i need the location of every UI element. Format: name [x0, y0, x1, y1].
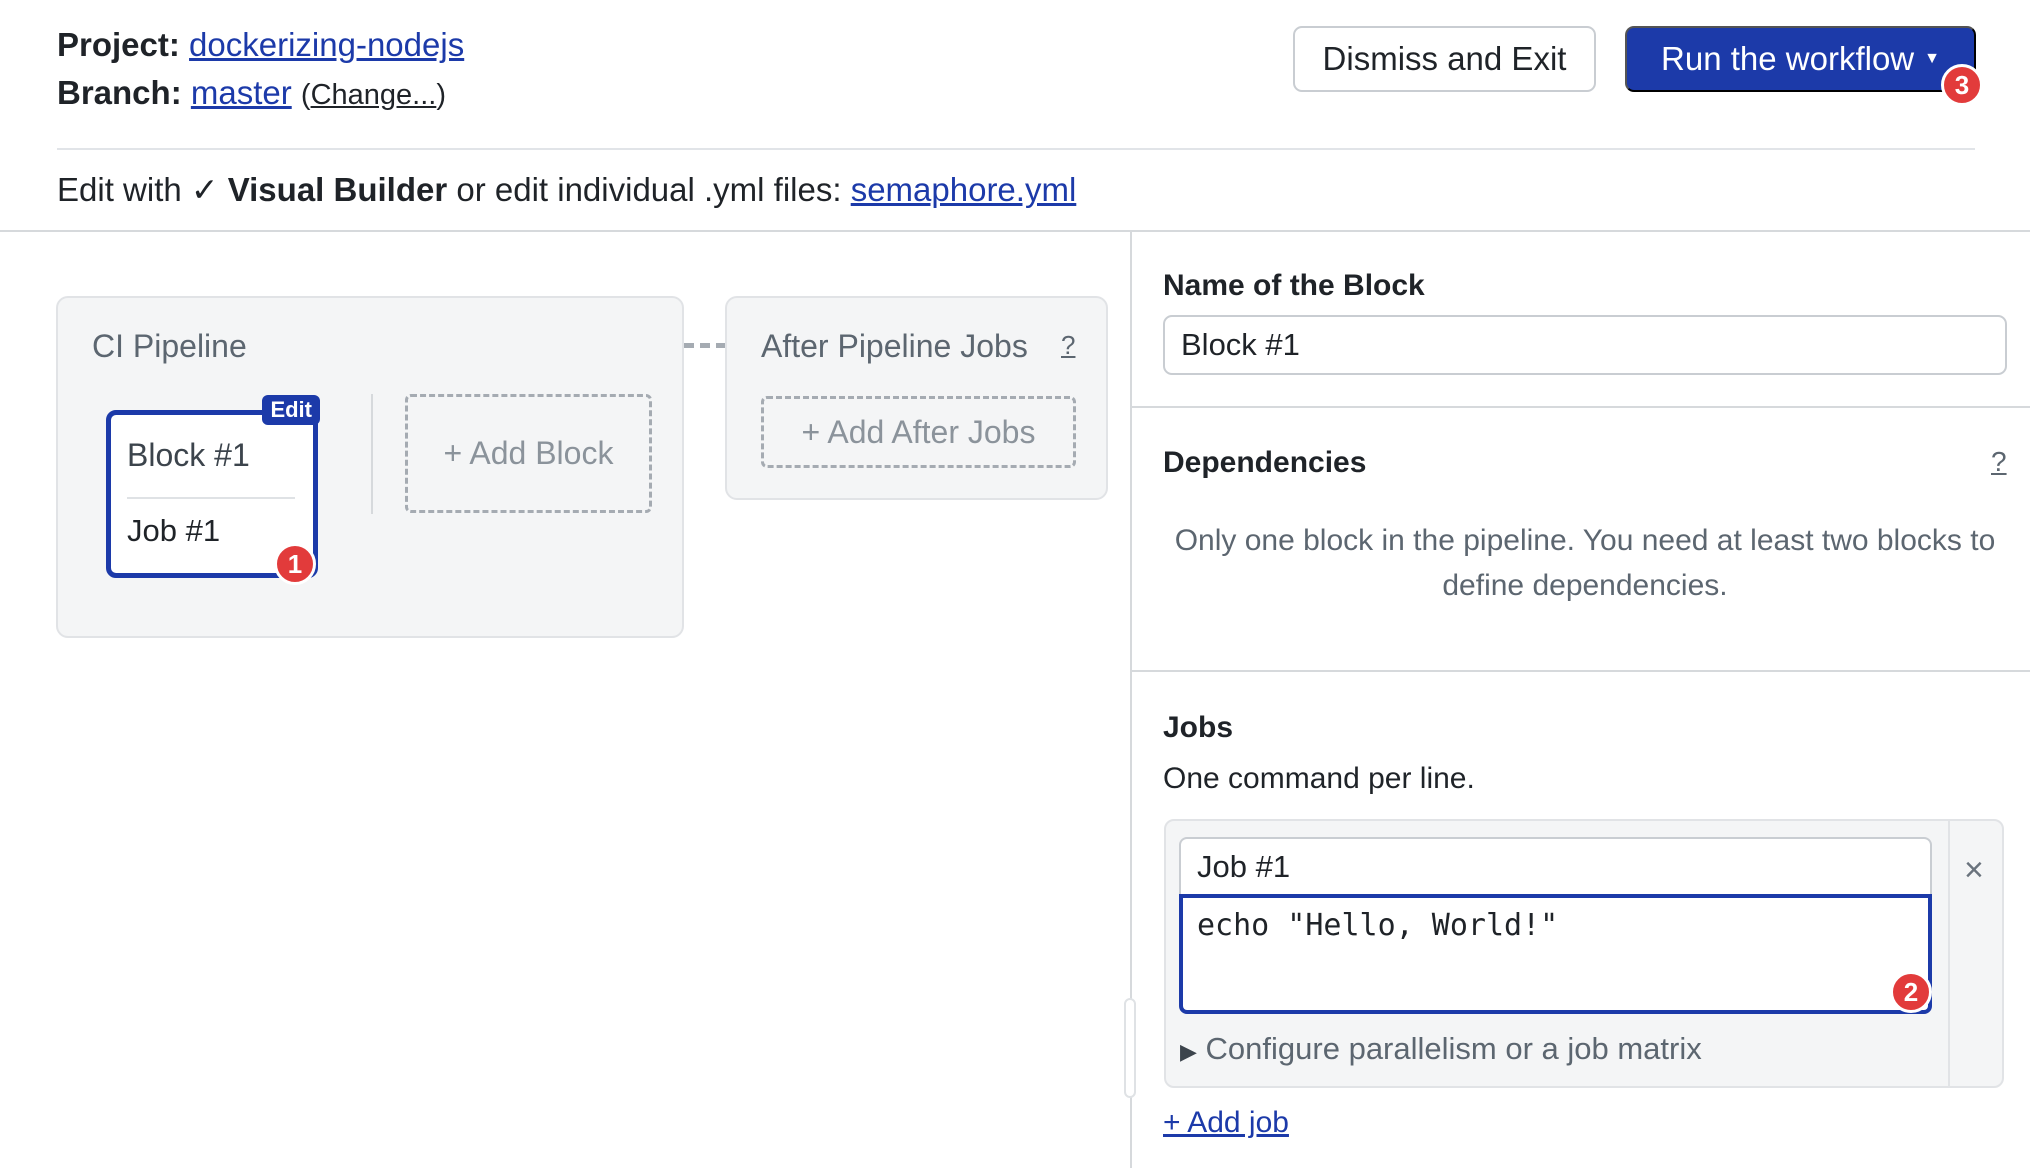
change-branch: (Change...): [300, 79, 446, 111]
dependencies-message: Only one block in the pipeline. You need…: [1174, 524, 1996, 602]
caret-down-icon: ▼: [1924, 50, 1940, 67]
block-divider: [127, 497, 295, 499]
dismiss-and-exit-button[interactable]: Dismiss and Exit: [1293, 26, 1596, 92]
after-pipeline-help-link[interactable]: ?: [1061, 330, 1075, 361]
add-after-jobs-button[interactable]: + Add After Jobs: [761, 396, 1076, 468]
job-card: echo "Hello, World!" 2 × ▶ Configure par…: [1164, 819, 2004, 1088]
configure-parallelism-label: Configure parallelism or a job matrix: [1205, 1031, 1702, 1066]
toolbar-divider: [0, 230, 2030, 232]
configure-parallelism-toggle[interactable]: ▶ Configure parallelism or a job matrix: [1180, 1031, 1702, 1067]
block-job-name: Job #1: [127, 513, 221, 548]
branch-link[interactable]: master: [191, 74, 292, 111]
resize-handle[interactable]: [1124, 998, 1136, 1098]
after-pipeline-title: After Pipeline Jobs: [761, 328, 1028, 364]
project-link[interactable]: dockerizing-nodejs: [189, 26, 464, 63]
run-workflow-button[interactable]: Run the workflow ▼: [1625, 26, 1976, 92]
section-divider-1: [1131, 406, 2030, 408]
change-branch-link[interactable]: Change...: [311, 79, 437, 111]
run-workflow-label: Run the workflow: [1661, 40, 1915, 77]
visual-builder-label: Visual Builder: [227, 171, 448, 208]
project-line: Project: dockerizing-nodejs: [57, 24, 464, 66]
job-name-input[interactable]: [1179, 837, 1932, 895]
after-pipeline-panel: After Pipeline Jobs ? + Add After Jobs: [725, 296, 1108, 500]
block-name-input[interactable]: [1163, 315, 2007, 375]
branch-label: Branch:: [57, 74, 182, 111]
job-card-separator: [1948, 821, 1950, 1086]
add-block-button[interactable]: + Add Block: [405, 394, 652, 513]
pipeline-connector: [684, 343, 726, 348]
step-badge-3: 3: [1941, 64, 1983, 106]
jobs-subtitle: One command per line.: [1163, 762, 1475, 795]
check-icon: ✓: [190, 171, 219, 208]
pipeline-title: CI Pipeline: [92, 328, 247, 364]
header: Project: dockerizing-nodejs Branch: mast…: [0, 0, 2030, 150]
project-label: Project:: [57, 26, 180, 63]
edit-mode-line: Edit with ✓ Visual Builder or edit indiv…: [57, 171, 1077, 208]
job-commands-input[interactable]: echo "Hello, World!": [1179, 894, 1932, 1014]
step-badge-1: 1: [274, 543, 316, 585]
semaphore-yml-link[interactable]: semaphore.yml: [851, 171, 1077, 208]
header-divider: [57, 148, 1975, 150]
step-badge-2: 2: [1890, 971, 1932, 1013]
block-name: Block #1: [127, 437, 250, 473]
edit-tag[interactable]: Edit: [262, 395, 320, 425]
ci-pipeline-panel: CI Pipeline Edit Block #1 Job #1 1 + Add…: [56, 296, 684, 638]
jobs-title: Jobs: [1163, 711, 1234, 744]
close-icon[interactable]: ×: [1964, 851, 1984, 890]
dependencies-title: Dependencies: [1163, 446, 1367, 479]
triangle-right-icon: ▶: [1180, 1039, 1197, 1064]
dependencies-help-link[interactable]: ?: [1991, 446, 2007, 478]
branch-line: Branch: master (Change...): [57, 72, 446, 116]
block-name-title: Name of the Block: [1163, 269, 1425, 302]
section-divider-2: [1131, 670, 2030, 672]
pipeline-separator: [371, 394, 373, 514]
add-job-link[interactable]: + Add job: [1163, 1106, 1289, 1140]
